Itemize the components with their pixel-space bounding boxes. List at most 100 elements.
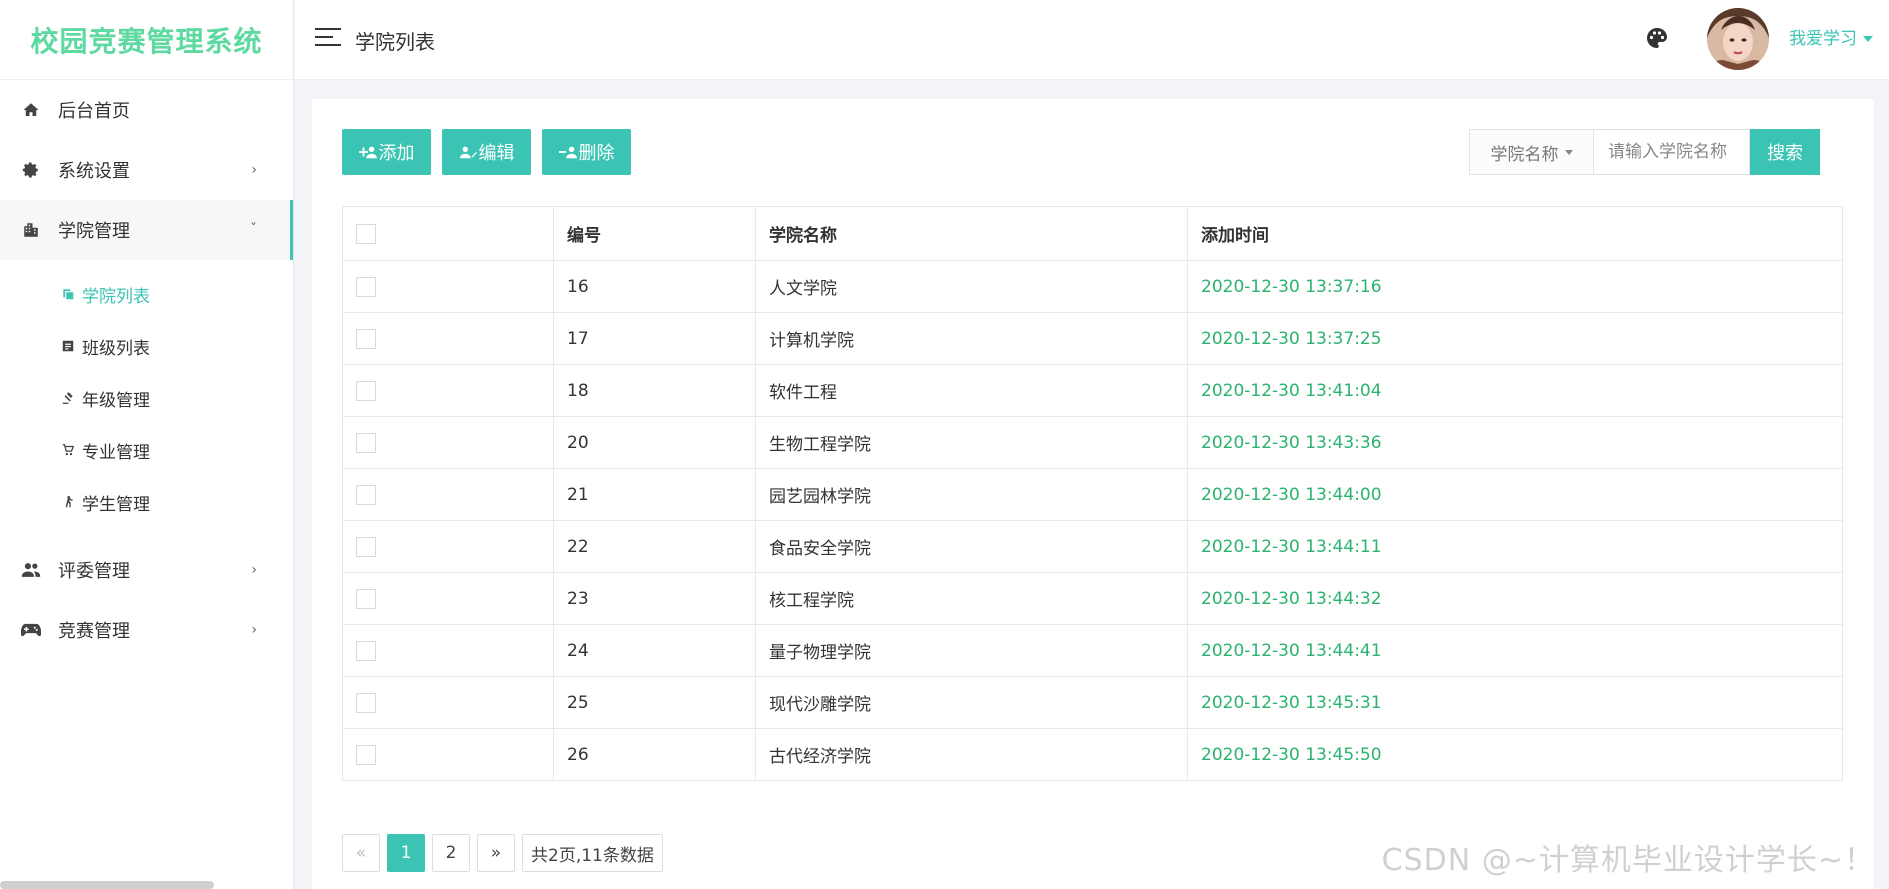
select-all-checkbox[interactable]: [356, 223, 376, 244]
table-row[interactable]: 22 食品安全学院 2020-12-30 13:44:11: [342, 520, 1843, 573]
cell-name: 生物工程学院: [755, 416, 1188, 469]
edit-button[interactable]: 编辑: [442, 129, 531, 175]
column-header-time: 添加时间: [1187, 206, 1843, 261]
search-input[interactable]: [1593, 129, 1750, 175]
delete-button[interactable]: 删除: [542, 129, 631, 175]
row-select-cell: [342, 468, 554, 521]
row-checkbox[interactable]: [356, 536, 376, 557]
sidebar-menu: 后台首页 系统设置 › 学院管理 ˇ 学院列表 班级列表 年级管理 专业管理 学…: [0, 80, 293, 660]
gear-icon: [20, 159, 42, 181]
cell-time: 2020-12-30 13:44:00: [1187, 468, 1843, 521]
table-row[interactable]: 17 计算机学院 2020-12-30 13:37:25: [342, 312, 1843, 365]
building-icon: [20, 219, 42, 241]
sidebar-item-college[interactable]: 学院管理 ˇ: [0, 200, 293, 260]
page-button-2[interactable]: 2: [432, 834, 470, 872]
submenu-college: 学院列表 班级列表 年级管理 专业管理 学生管理: [0, 260, 293, 540]
row-select-cell: [342, 260, 554, 313]
home-icon: [20, 99, 42, 121]
list-icon: [60, 338, 76, 354]
copy-icon: [60, 286, 76, 302]
users-icon: [20, 559, 42, 581]
watermark: CSDN @~计算机毕业设计学长~！: [1381, 843, 1875, 878]
menu-toggle-icon[interactable]: [315, 28, 341, 48]
chevron-down-icon: ˇ: [250, 222, 257, 238]
row-checkbox[interactable]: [356, 692, 376, 713]
row-select-cell: [342, 364, 554, 417]
user-menu[interactable]: 我爱学习: [1789, 24, 1873, 49]
cell-name: 计算机学院: [755, 312, 1188, 365]
remove-user-icon: [558, 146, 577, 159]
page-button-1[interactable]: 1: [387, 834, 425, 872]
table-row[interactable]: 20 生物工程学院 2020-12-30 13:43:36: [342, 416, 1843, 469]
cell-name: 古代经济学院: [755, 728, 1188, 781]
select-all-cell: [342, 206, 554, 261]
cell-name: 核工程学院: [755, 572, 1188, 625]
add-button[interactable]: 添加: [342, 129, 431, 175]
row-checkbox[interactable]: [356, 380, 376, 401]
sidebar-item-label: 学院管理: [58, 221, 130, 242]
table-row[interactable]: 16 人文学院 2020-12-30 13:37:16: [342, 260, 1843, 313]
cell-time: 2020-12-30 13:43:36: [1187, 416, 1843, 469]
row-select-cell: [342, 728, 554, 781]
pagination-info: 共2页,11条数据: [522, 834, 663, 872]
top-header: 学院列表 我爱学习: [295, 0, 1889, 80]
sidebar-item-label: 竞赛管理: [58, 621, 130, 642]
sidebar-item-competition[interactable]: 竞赛管理 ›: [0, 600, 293, 660]
cell-id: 17: [553, 312, 756, 365]
row-checkbox[interactable]: [356, 588, 376, 609]
table-row[interactable]: 23 核工程学院 2020-12-30 13:44:32: [342, 572, 1843, 625]
avatar[interactable]: [1707, 8, 1769, 70]
row-select-cell: [342, 520, 554, 573]
table-header-row: 编号 学院名称 添加时间: [342, 206, 1843, 261]
page-title: 学院列表: [355, 30, 435, 54]
prev-page-button[interactable]: «: [342, 834, 380, 872]
next-page-button[interactable]: »: [477, 834, 515, 872]
sidebar-item-home[interactable]: 后台首页: [0, 80, 293, 140]
palette-icon[interactable]: [1645, 26, 1669, 50]
table-row[interactable]: 21 园艺园林学院 2020-12-30 13:44:00: [342, 468, 1843, 521]
row-select-cell: [342, 676, 554, 729]
sidebar-item-judges[interactable]: 评委管理 ›: [0, 540, 293, 600]
cell-name: 园艺园林学院: [755, 468, 1188, 521]
cell-id: 21: [553, 468, 756, 521]
table-row[interactable]: 26 古代经济学院 2020-12-30 13:45:50: [342, 728, 1843, 781]
row-checkbox[interactable]: [356, 484, 376, 505]
sidebar-scrollbar[interactable]: [0, 881, 214, 889]
row-select-cell: [342, 572, 554, 625]
sidebar-item-settings[interactable]: 系统设置 ›: [0, 140, 293, 200]
college-table: 编号 学院名称 添加时间 16 人文学院 2020-12-30 13:37:16…: [342, 206, 1843, 781]
row-checkbox[interactable]: [356, 328, 376, 349]
column-header-id: 编号: [553, 206, 756, 261]
submenu-item-student[interactable]: 学生管理: [0, 476, 293, 528]
table-row[interactable]: 24 量子物理学院 2020-12-30 13:44:41: [342, 624, 1843, 677]
sidebar-item-label: 评委管理: [58, 561, 130, 582]
submenu-item-class-list[interactable]: 班级列表: [0, 320, 293, 372]
submenu-item-college-list[interactable]: 学院列表: [0, 268, 293, 320]
pagination: « 1 2 » 共2页,11条数据: [342, 834, 663, 872]
delete-button-label: 删除: [578, 143, 615, 164]
row-checkbox[interactable]: [356, 640, 376, 661]
table-row[interactable]: 18 软件工程 2020-12-30 13:41:04: [342, 364, 1843, 417]
search-button[interactable]: 搜索: [1750, 129, 1820, 175]
gamepad-icon: [20, 619, 42, 641]
submenu-item-label: 年级管理: [82, 390, 150, 411]
search-field-select[interactable]: 学院名称: [1469, 129, 1593, 175]
row-select-cell: [342, 312, 554, 365]
cell-time: 2020-12-30 13:45:50: [1187, 728, 1843, 781]
cell-id: 24: [553, 624, 756, 677]
row-select-cell: [342, 416, 554, 469]
cart-icon: [60, 442, 76, 458]
cell-id: 25: [553, 676, 756, 729]
submenu-item-grade[interactable]: 年级管理: [0, 372, 293, 424]
edit-button-label: 编辑: [478, 143, 515, 164]
cell-name: 现代沙雕学院: [755, 676, 1188, 729]
cell-id: 22: [553, 520, 756, 573]
row-checkbox[interactable]: [356, 276, 376, 297]
table-row[interactable]: 25 现代沙雕学院 2020-12-30 13:45:31: [342, 676, 1843, 729]
gavel-icon: [60, 390, 76, 406]
submenu-item-major[interactable]: 专业管理: [0, 424, 293, 476]
row-checkbox[interactable]: [356, 744, 376, 765]
submenu-item-label: 学院列表: [82, 286, 150, 307]
row-checkbox[interactable]: [356, 432, 376, 453]
cell-id: 16: [553, 260, 756, 313]
